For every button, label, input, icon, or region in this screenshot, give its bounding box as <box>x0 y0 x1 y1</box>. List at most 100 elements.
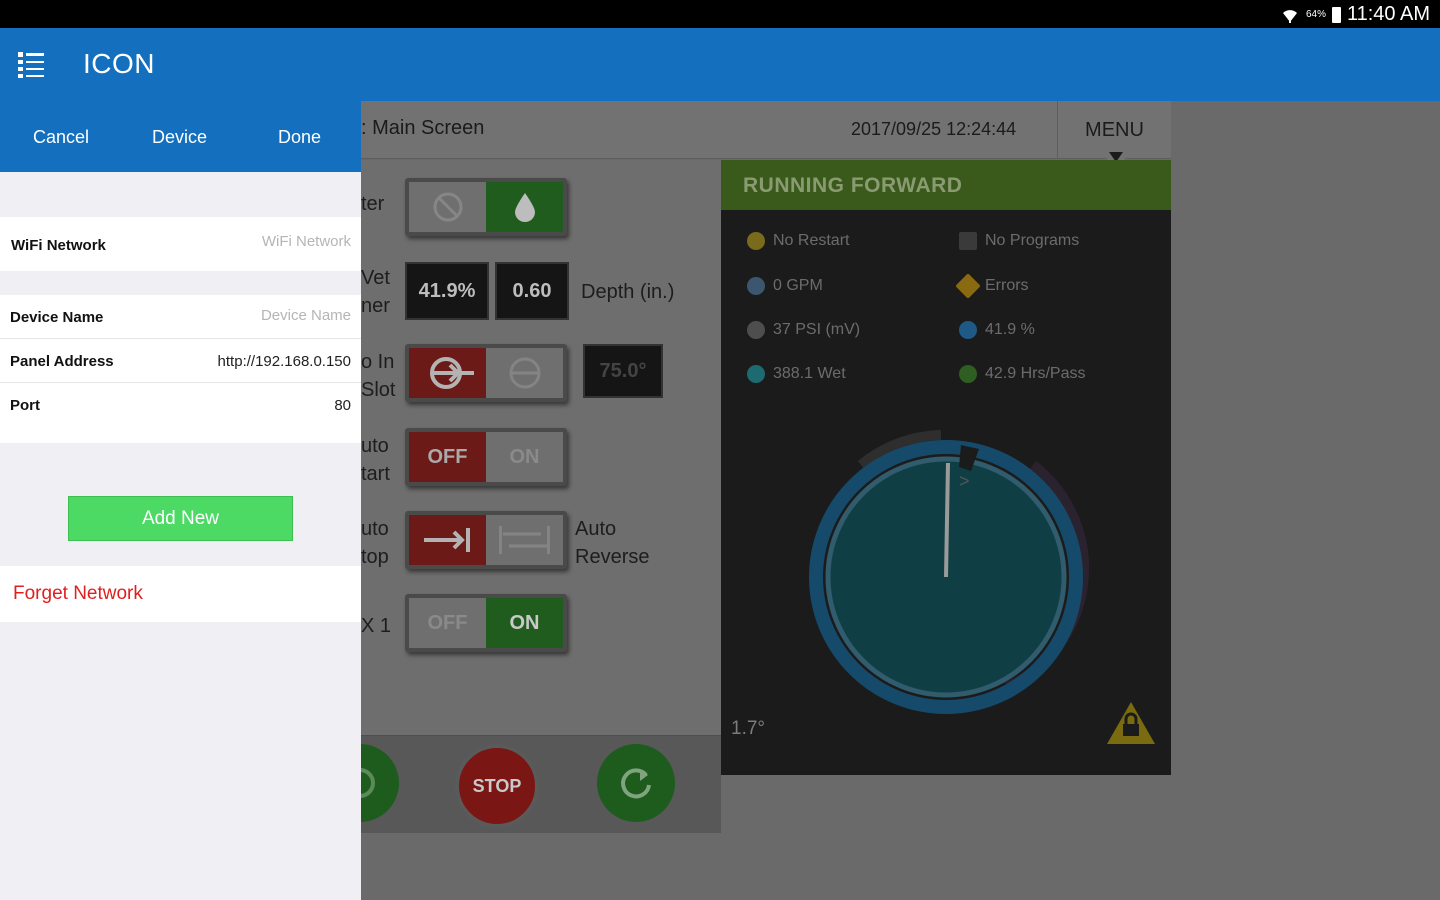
hmi-action-bar: STOP <box>321 735 721 833</box>
slot-label-line1: o In <box>361 351 395 373</box>
cancel-button[interactable]: Cancel <box>33 127 89 148</box>
battery-icon <box>1331 6 1341 23</box>
add-new-button[interactable]: Add New <box>68 496 293 541</box>
auto-start-off-segment[interactable]: OFF <box>409 432 486 482</box>
run-status-header: RUNNING FORWARD <box>721 160 1171 210</box>
auto-reverse-label-line1: Auto <box>575 518 617 540</box>
water-label: ter <box>361 193 385 215</box>
gpm-text: 0 GPM <box>773 277 823 294</box>
auto-start-toggle[interactable]: OFF ON <box>405 428 567 486</box>
percent-text: 41.9 % <box>985 321 1035 338</box>
arrow-to-bar-icon <box>423 528 470 552</box>
lock-warning-icon[interactable] <box>1105 700 1157 746</box>
x1-label: X 1 <box>361 615 392 637</box>
wet-label-line2: ner <box>361 295 390 317</box>
depth-label: Depth (in.) <box>581 281 675 303</box>
restart-button[interactable] <box>597 744 675 822</box>
wet-info: 388.1 Wet <box>747 365 846 383</box>
flow-icon <box>747 277 765 295</box>
device-settings-panel: Cancel Device Done WiFi Network Device N… <box>0 101 361 900</box>
wifi-network-label: WiFi Network <box>11 237 106 254</box>
hmi-status-panel: RUNNING FORWARD No Restart No Programs 0… <box>721 160 1171 775</box>
psi-info: 37 PSI (mV) <box>747 321 860 339</box>
x1-off-segment[interactable]: OFF <box>409 598 486 648</box>
wifi-group: WiFi Network <box>0 217 361 271</box>
hmi-controls: ter Vet ner 41.9% 0.60 Depth (in.) o In … <box>321 160 721 833</box>
autostop-label-line2: top <box>361 546 389 568</box>
autostop-label-line1: uto <box>361 518 389 540</box>
panel-address-label: Panel Address <box>10 353 114 370</box>
slot-label-line2: Slot <box>361 379 396 401</box>
autostart-label-line2: tart <box>361 463 390 485</box>
errors-info: Errors <box>955 273 1029 299</box>
pivot-angle: 1.7° <box>731 718 766 739</box>
stop-button[interactable]: STOP <box>455 744 539 828</box>
wifi-icon <box>1282 9 1297 23</box>
rotate-icon <box>509 357 540 389</box>
device-name-label: Device Name <box>10 309 104 326</box>
auto-start-on-segment[interactable]: ON <box>486 432 563 482</box>
x1-toggle[interactable]: OFF ON <box>405 594 567 652</box>
auto-reverse-label-line2: Reverse <box>575 546 650 568</box>
wifi-network-field-wrap <box>171 233 351 250</box>
svg-text:>: > <box>959 471 970 491</box>
water-off-segment[interactable] <box>409 182 486 232</box>
reverse-arrows-icon <box>498 526 550 554</box>
restart-status-icon <box>747 232 765 250</box>
port-value[interactable]: 80 <box>334 397 351 414</box>
no-programs-text: No Programs <box>985 232 1080 249</box>
panel-toolbar: Cancel Device Done <box>0 101 361 172</box>
water-off-icon <box>433 192 462 222</box>
hmi-screen: : Main Screen 2017/09/25 12:24:44 MENU t… <box>321 101 1171 833</box>
errors-text: Errors <box>985 277 1029 294</box>
hmi-top-bar: : Main Screen 2017/09/25 12:24:44 MENU <box>361 101 1171 165</box>
wifi-network-row[interactable]: WiFi Network <box>0 217 361 271</box>
panel-address-row[interactable]: Panel Address http://192.168.0.150 <box>0 339 361 383</box>
stop-in-slot-icon <box>429 357 474 389</box>
clock: 11:40 AM <box>1346 3 1430 25</box>
programs-icon <box>959 232 977 250</box>
app-bar: ICON <box>0 28 1440 101</box>
slot-angle-value[interactable]: 75.0° <box>583 344 663 398</box>
port-row[interactable]: Port 80 <box>0 383 361 427</box>
wet-percent-value[interactable]: 41.9% <box>405 262 489 320</box>
percent-icon <box>959 321 977 339</box>
forget-network-row: Forget Network <box>0 566 361 622</box>
water-on-segment[interactable] <box>486 182 563 232</box>
app-title: ICON <box>83 48 155 79</box>
forget-network-button[interactable]: Forget Network <box>13 583 143 605</box>
list-menu-icon[interactable] <box>18 50 46 80</box>
pivot-position-dial[interactable]: > <box>801 425 1091 715</box>
device-button[interactable]: Device <box>152 127 207 148</box>
no-restart-text: No Restart <box>773 232 850 249</box>
refresh-icon <box>621 768 651 799</box>
hrs-pass-info: 42.9 Hrs/Pass <box>959 365 1085 383</box>
x1-on-segment[interactable]: ON <box>486 598 563 648</box>
device-name-row[interactable]: Device Name <box>0 295 361 339</box>
hmi-datetime: 2017/09/25 12:24:44 <box>851 119 1017 139</box>
wifi-network-input[interactable] <box>171 233 351 250</box>
water-drop-icon <box>514 193 535 222</box>
warning-diamond-icon <box>955 273 981 299</box>
auto-stop-toggle[interactable] <box>405 511 567 569</box>
stop-in-slot-on-segment[interactable] <box>409 348 486 398</box>
status-bar: 64% 11:40 AM <box>0 0 1440 28</box>
device-group: Device Name Panel Address http://192.168… <box>0 295 361 443</box>
wet-label-line1: Vet <box>361 267 390 289</box>
stop-in-slot-toggle[interactable] <box>405 344 567 402</box>
auto-stop-segment[interactable] <box>409 515 486 565</box>
water-toggle[interactable] <box>405 178 567 236</box>
percent-info: 41.9 % <box>959 321 1035 339</box>
auto-reverse-segment[interactable] <box>486 515 563 565</box>
wet-text: 388.1 Wet <box>773 365 846 382</box>
psi-text: 37 PSI (mV) <box>773 321 861 338</box>
panel-address-value[interactable]: http://192.168.0.150 <box>218 353 351 370</box>
device-name-input[interactable] <box>171 307 351 324</box>
clock-icon <box>959 365 977 383</box>
done-button[interactable]: Done <box>278 127 321 148</box>
depth-value[interactable]: 0.60 <box>495 262 569 320</box>
wet-icon <box>747 365 765 383</box>
no-restart-info: No Restart <box>747 232 849 250</box>
port-label: Port <box>10 397 40 414</box>
stop-in-slot-off-segment[interactable] <box>486 348 563 398</box>
